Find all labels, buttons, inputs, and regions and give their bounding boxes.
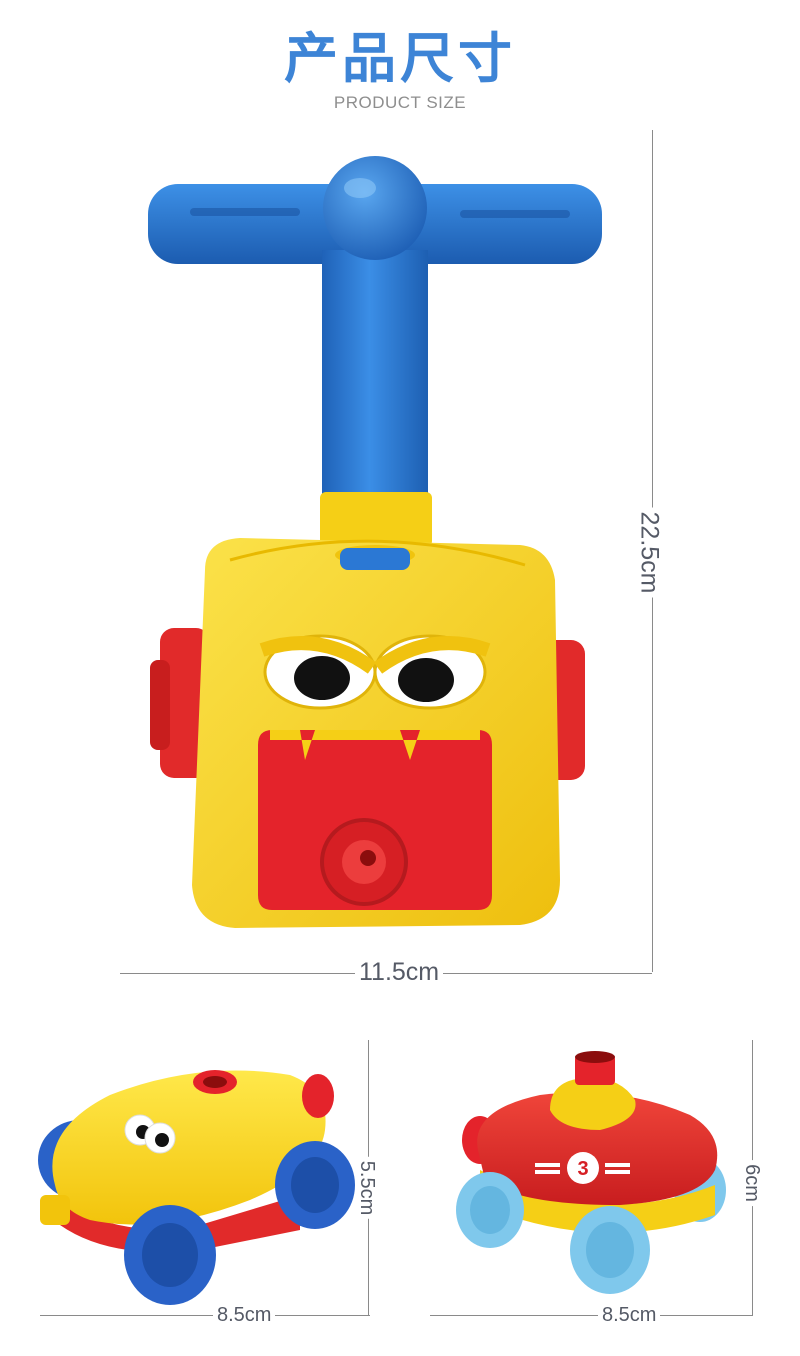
right-car-width-label: 8.5cm <box>598 1305 661 1325</box>
right-car-width-line <box>430 1315 753 1316</box>
main-height-label: 22.5cm <box>635 507 663 598</box>
page-title: 产品尺寸 <box>284 27 516 90</box>
left-car-width-label: 8.5cm <box>213 1305 276 1325</box>
car-number: 3 <box>577 1158 588 1180</box>
pump-button <box>340 548 410 570</box>
left-car-width-line <box>40 1315 370 1316</box>
red-balloon-car: 3 <box>456 1051 726 1294</box>
balloon-pump-toy <box>148 156 602 928</box>
pump-shaft <box>322 250 428 510</box>
main-width-label: 11.5cm <box>355 960 444 985</box>
left-car-height-label: 5.5cm <box>356 1156 378 1220</box>
page-subtitle: PRODUCT SIZE <box>333 93 467 112</box>
pump-knob <box>323 156 427 260</box>
yellow-balloon-car <box>38 1070 355 1305</box>
right-car-height-label: 6cm <box>741 1160 763 1206</box>
